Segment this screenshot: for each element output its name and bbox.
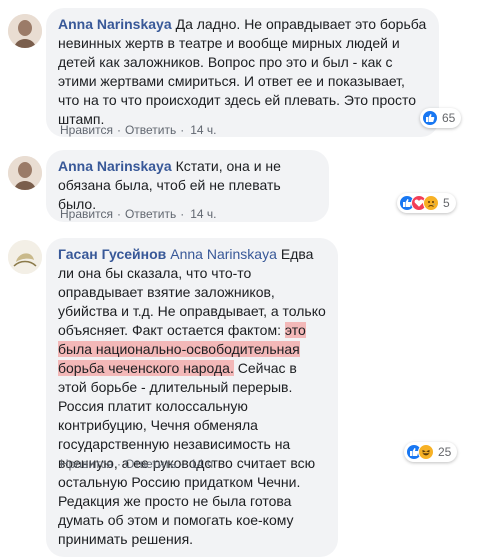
haha-icon bbox=[418, 444, 434, 460]
reactions-badge[interactable]: 25 bbox=[404, 442, 458, 462]
like-icon bbox=[422, 110, 438, 126]
comment-paragraph-2: Редакция же просто не была готова думать… bbox=[58, 493, 294, 547]
sad-icon bbox=[423, 195, 439, 211]
comment-bubble: Гасан Гусейнов Anna Narinskaya Едва ли она… bbox=[46, 238, 338, 557]
separator: · bbox=[116, 123, 121, 137]
avatar-image bbox=[8, 240, 42, 274]
reactions-badge[interactable]: 5 bbox=[397, 193, 456, 213]
comment-author[interactable]: Anna Narinskaya bbox=[58, 158, 172, 174]
like-link[interactable]: Нравится bbox=[60, 123, 113, 137]
comment-actions: Нравится · Ответить · 14 ч. bbox=[60, 457, 217, 471]
avatar[interactable] bbox=[8, 240, 42, 274]
avatar[interactable] bbox=[8, 14, 42, 48]
separator: · bbox=[180, 457, 185, 471]
reply-link[interactable]: Ответить bbox=[125, 207, 176, 221]
comment-timestamp[interactable]: 14 ч. bbox=[190, 123, 216, 137]
comment-text: Да ладно. Не оправдывает это борьба неви… bbox=[58, 16, 427, 127]
reactions-count: 65 bbox=[442, 111, 456, 125]
reactions-count: 5 bbox=[443, 196, 450, 210]
separator: · bbox=[180, 207, 185, 221]
reply-link[interactable]: Ответить bbox=[125, 457, 176, 471]
separator: · bbox=[116, 457, 121, 471]
avatar[interactable] bbox=[8, 156, 42, 190]
like-link[interactable]: Нравится bbox=[60, 207, 113, 221]
avatar-image bbox=[8, 14, 42, 48]
like-link[interactable]: Нравится bbox=[60, 457, 113, 471]
reactions-badge[interactable]: 65 bbox=[420, 108, 462, 128]
comment-actions: Нравится · Ответить · 14 ч. bbox=[60, 123, 217, 137]
separator: · bbox=[180, 123, 185, 137]
comment-timestamp[interactable]: 14 ч. bbox=[190, 457, 216, 471]
comment-author[interactable]: Гасан Гусейнов bbox=[58, 246, 166, 262]
reply-link[interactable]: Ответить bbox=[125, 123, 176, 137]
separator: · bbox=[116, 207, 121, 221]
comment-bubble: Anna Narinskaya Да ладно. Не оправдывает … bbox=[46, 8, 439, 137]
mention-link[interactable]: Anna Narinskaya bbox=[170, 246, 277, 262]
comment-actions: Нравится · Ответить · 14 ч. bbox=[60, 207, 217, 221]
comment-author[interactable]: Anna Narinskaya bbox=[58, 16, 172, 32]
avatar-image bbox=[8, 156, 42, 190]
reactions-count: 25 bbox=[438, 445, 452, 459]
comment-timestamp[interactable]: 14 ч. bbox=[190, 207, 216, 221]
